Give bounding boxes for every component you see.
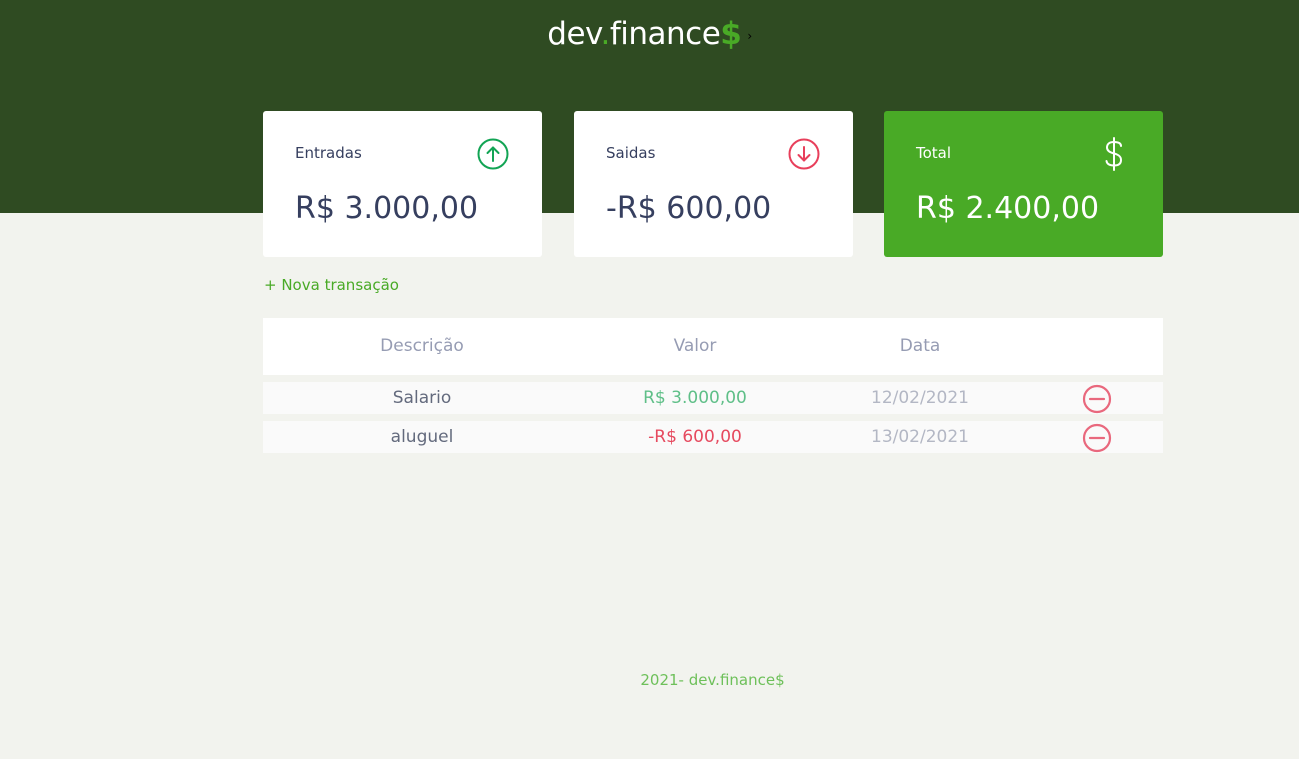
income-card-label: Entradas [295, 144, 362, 162]
mouse-cursor-icon: › [747, 28, 752, 43]
transaction-amount: R$ 3.000,00 [643, 388, 747, 408]
logo-rest-text: finance [609, 16, 721, 52]
logo-dot: . [600, 16, 611, 52]
table-row: aluguel -R$ 600,00 13/02/2021 [263, 421, 1163, 453]
logo-main-text: dev [547, 16, 601, 52]
column-header-description: Descrição [380, 336, 464, 356]
expense-card: Saidas -R$ 600,00 [574, 111, 853, 257]
column-header-date: Data [899, 336, 941, 356]
remove-transaction-icon[interactable] [1082, 423, 1112, 453]
expense-card-value: -R$ 600,00 [606, 191, 772, 226]
new-transaction-link[interactable]: + Nova transação [264, 276, 399, 294]
footer-text: 2021- dev.finance$ [640, 671, 785, 689]
expense-card-label: Saidas [606, 144, 656, 162]
income-card: Entradas R$ 3.000,00 [263, 111, 542, 257]
transactions-table-header: Descrição Valor Data [263, 318, 1163, 375]
remove-transaction-icon[interactable] [1082, 384, 1112, 414]
app-logo: dev.finance$ › [0, 16, 1299, 52]
dollar-icon [1105, 137, 1123, 171]
transaction-date: 13/02/2021 [871, 427, 969, 447]
transaction-amount: -R$ 600,00 [648, 427, 742, 447]
logo-dollar: $ [720, 16, 742, 52]
transaction-date: 12/02/2021 [871, 388, 969, 408]
arrow-up-circle-icon [477, 138, 509, 170]
arrow-down-circle-icon [788, 138, 820, 170]
total-card-label: Total [916, 144, 952, 162]
column-header-amount: Valor [673, 336, 717, 356]
income-card-value: R$ 3.000,00 [295, 191, 479, 226]
total-card: Total R$ 2.400,00 [884, 111, 1163, 257]
transaction-description: aluguel [390, 427, 454, 447]
transaction-description: Salario [392, 388, 452, 408]
table-row: Salario R$ 3.000,00 12/02/2021 [263, 382, 1163, 414]
total-card-value: R$ 2.400,00 [916, 191, 1100, 226]
page-footer: 2021- dev.finance$ [0, 671, 1299, 689]
